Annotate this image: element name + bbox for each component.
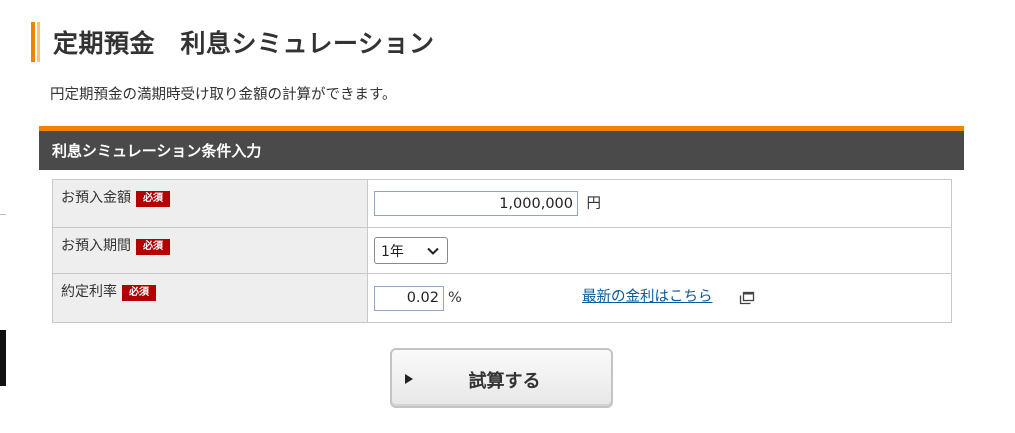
external-window-icon[interactable] (739, 291, 755, 305)
period-selected-value: 1年 (381, 243, 404, 260)
page: 定期預金 利息シミュレーション 円定期預金の満期時受け取り金額の計算ができます。… (0, 0, 1015, 433)
form-row-amount: お預入金額必須 円 (52, 179, 952, 228)
latest-rate-link[interactable]: 最新の金利はこちら (582, 285, 713, 306)
amount-value-cell: 円 (367, 179, 952, 228)
form-row-rate: 約定利率必須 % 最新の金利はこちら (52, 273, 952, 323)
page-description: 円定期預金の満期時受け取り金額の計算ができます。 (50, 87, 397, 103)
rate-input[interactable] (374, 285, 444, 311)
calculate-button[interactable]: 試算する (390, 348, 613, 408)
required-badge: 必須 (122, 285, 156, 301)
amount-input[interactable] (374, 191, 578, 216)
rate-label-cell: 約定利率 必須 (52, 273, 368, 323)
edge-divider (0, 214, 6, 215)
heading-accent-bar (31, 22, 35, 62)
rate-label: 約定利率 (61, 284, 117, 300)
page-title: 定期預金 利息シミュレーション (53, 29, 435, 58)
rate-value-cell: % 最新の金利はこちら (367, 273, 952, 323)
required-badge: 必須 (136, 239, 170, 255)
rate-wrap: % 最新の金利はこちら (374, 274, 951, 322)
amount-label: お預入金額 (61, 190, 131, 206)
amount-label-cell: お預入金額 必須 (52, 179, 368, 228)
period-value-cell: 1年 (367, 227, 952, 274)
rate-unit: % (448, 290, 462, 306)
period-select[interactable]: 1年 (374, 237, 448, 264)
section-title: 利息シミュレーション条件入力 (52, 142, 262, 160)
required-badge: 必須 (136, 191, 170, 207)
chevron-down-icon (427, 247, 439, 255)
form-row-period: お預入期間 必須 1年 (52, 227, 952, 274)
period-label: お預入期間 (61, 238, 131, 254)
period-label-cell: お預入期間 必須 (52, 227, 368, 274)
page-heading: 定期預金 利息シミュレーション (31, 22, 435, 62)
calculate-button-label: 試算する (468, 371, 541, 392)
conditions-form-table: お預入金額必須 円 お預入期間必須 1年 約定利率必須 (52, 179, 952, 323)
edge-marker (0, 330, 6, 386)
heading-accent-bar-light (37, 22, 40, 62)
section-header: 利息シミュレーション条件入力 (39, 126, 964, 170)
amount-unit: 円 (586, 195, 601, 212)
